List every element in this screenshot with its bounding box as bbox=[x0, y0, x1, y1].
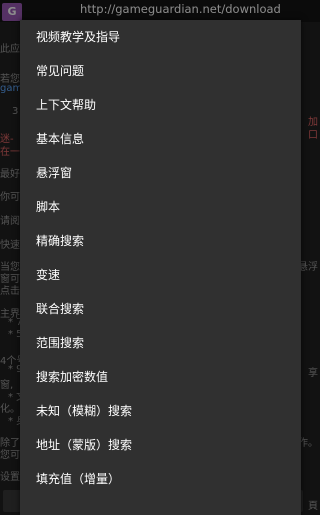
menu-item-basic-info[interactable]: 基本信息 bbox=[20, 122, 301, 156]
menu-item-fill-increment[interactable]: 填充值（增量） bbox=[20, 462, 301, 496]
menu-item-context-help[interactable]: 上下文帮助 bbox=[20, 88, 301, 122]
menu-item-video-tutorial[interactable]: 视频教学及指导 bbox=[20, 20, 301, 54]
menu-item-encrypted-search[interactable]: 搜索加密数值 bbox=[20, 360, 301, 394]
menu-item-fuzzy-search[interactable]: 未知（模糊）搜索 bbox=[20, 394, 301, 428]
menu-item-speed-hack[interactable]: 变速 bbox=[20, 258, 301, 292]
menu-item-group-search[interactable]: 联合搜索 bbox=[20, 292, 301, 326]
menu-item-range-search[interactable]: 范围搜索 bbox=[20, 326, 301, 360]
menu-item-floating-window[interactable]: 悬浮窗 bbox=[20, 156, 301, 190]
menu-item-exact-search[interactable]: 精确搜索 bbox=[20, 224, 301, 258]
menu-item-faq[interactable]: 常见问题 bbox=[20, 54, 301, 88]
dropdown-menu: 视频教学及指导 常见问题 上下文帮助 基本信息 悬浮窗 脚本 精确搜索 变速 联合搜索 范围搜索搜… bbox=[20, 20, 301, 515]
menu-item-mask-search[interactable]: 地址（蒙版）搜索 bbox=[20, 428, 301, 462]
menu-item-script[interactable]: 脚本 bbox=[20, 190, 301, 224]
